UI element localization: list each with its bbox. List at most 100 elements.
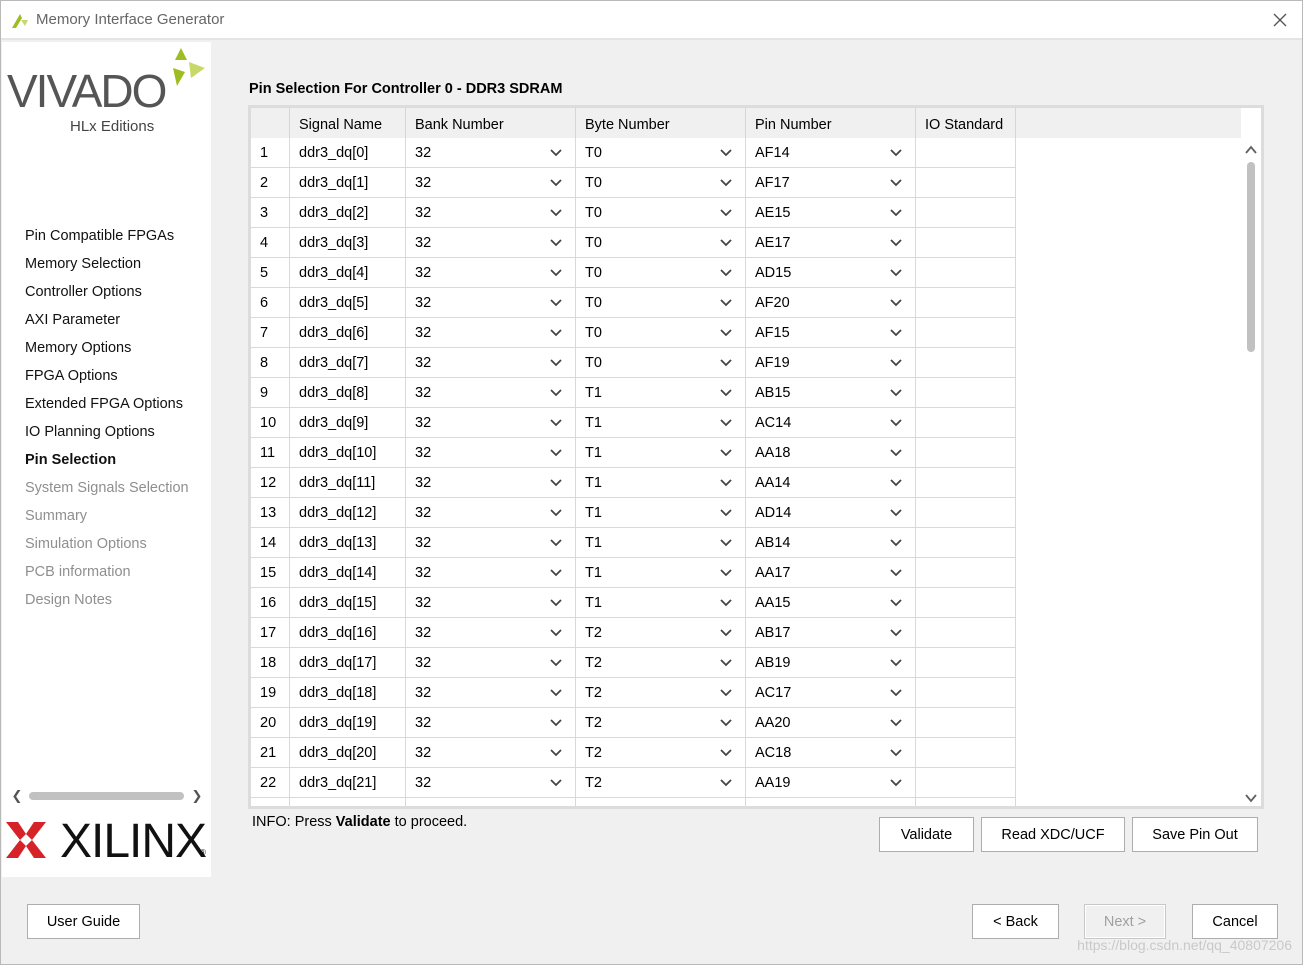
chevron-down-icon[interactable] <box>889 528 903 558</box>
bank-number-dropdown[interactable]: 32 <box>406 288 576 318</box>
chevron-down-icon[interactable] <box>719 168 733 198</box>
scroll-down-icon[interactable] <box>1243 790 1259 806</box>
chevron-down-icon[interactable] <box>719 408 733 438</box>
chevron-down-icon[interactable] <box>719 648 733 678</box>
chevron-down-icon[interactable] <box>889 318 903 348</box>
chevron-down-icon[interactable] <box>719 318 733 348</box>
chevron-down-icon[interactable] <box>719 528 733 558</box>
chevron-down-icon[interactable] <box>549 708 563 738</box>
chevron-down-icon[interactable] <box>889 408 903 438</box>
chevron-down-icon[interactable] <box>549 408 563 438</box>
pin-number-dropdown[interactable]: AA20 <box>746 708 916 738</box>
bank-number-dropdown[interactable]: 32 <box>406 378 576 408</box>
chevron-down-icon[interactable] <box>889 708 903 738</box>
byte-number-dropdown[interactable]: T2 <box>576 648 746 678</box>
next-button[interactable]: Next > <box>1084 904 1166 939</box>
chevron-down-icon[interactable] <box>549 768 563 798</box>
bank-number-dropdown[interactable]: 32 <box>406 708 576 738</box>
chevron-down-icon[interactable] <box>719 138 733 168</box>
bank-number-dropdown[interactable]: 32 <box>406 198 576 228</box>
pin-number-dropdown[interactable]: AF15 <box>746 318 916 348</box>
bank-number-dropdown[interactable]: 32 <box>406 618 576 648</box>
chevron-down-icon[interactable] <box>549 558 563 588</box>
bank-number-dropdown[interactable]: 32 <box>406 348 576 378</box>
bank-number-dropdown[interactable] <box>406 798 576 806</box>
pin-number-dropdown[interactable]: AD14 <box>746 498 916 528</box>
byte-number-dropdown[interactable]: T1 <box>576 438 746 468</box>
bank-number-dropdown[interactable]: 32 <box>406 498 576 528</box>
byte-number-dropdown[interactable]: T0 <box>576 258 746 288</box>
chevron-down-icon[interactable] <box>549 738 563 768</box>
sidebar-item-controller-options[interactable]: Controller Options <box>25 278 189 306</box>
chevron-down-icon[interactable] <box>549 378 563 408</box>
bank-number-dropdown[interactable]: 32 <box>406 588 576 618</box>
chevron-down-icon[interactable] <box>549 498 563 528</box>
bank-number-dropdown[interactable]: 32 <box>406 318 576 348</box>
scrollbar-thumb[interactable] <box>1247 162 1255 352</box>
back-button[interactable]: < Back <box>972 904 1059 939</box>
user-guide-button[interactable]: User Guide <box>27 904 140 939</box>
byte-number-dropdown[interactable]: T2 <box>576 618 746 648</box>
byte-number-dropdown[interactable]: T2 <box>576 708 746 738</box>
byte-number-dropdown[interactable]: T1 <box>576 468 746 498</box>
save-pin-out-button[interactable]: Save Pin Out <box>1132 817 1258 852</box>
chevron-down-icon[interactable] <box>719 288 733 318</box>
byte-number-dropdown[interactable]: T0 <box>576 168 746 198</box>
pin-number-dropdown[interactable]: AB19 <box>746 648 916 678</box>
chevron-down-icon[interactable] <box>889 288 903 318</box>
chevron-down-icon[interactable] <box>549 318 563 348</box>
chevron-down-icon[interactable] <box>889 678 903 708</box>
column-header[interactable] <box>251 108 290 138</box>
chevron-down-icon[interactable] <box>719 468 733 498</box>
bank-number-dropdown[interactable]: 32 <box>406 408 576 438</box>
bank-number-dropdown[interactable]: 32 <box>406 648 576 678</box>
chevron-down-icon[interactable] <box>549 198 563 228</box>
pin-number-dropdown[interactable]: AA15 <box>746 588 916 618</box>
byte-number-dropdown[interactable]: T1 <box>576 588 746 618</box>
column-header[interactable]: Signal Name <box>290 108 406 138</box>
bank-number-dropdown[interactable]: 32 <box>406 768 576 798</box>
byte-number-dropdown[interactable]: T1 <box>576 408 746 438</box>
pin-number-dropdown[interactable]: AE17 <box>746 228 916 258</box>
byte-number-dropdown[interactable]: T0 <box>576 228 746 258</box>
chevron-down-icon[interactable] <box>549 288 563 318</box>
byte-number-dropdown[interactable]: T2 <box>576 768 746 798</box>
chevron-down-icon[interactable] <box>549 168 563 198</box>
chevron-down-icon[interactable] <box>889 138 903 168</box>
pin-number-dropdown[interactable] <box>746 798 916 806</box>
close-button[interactable] <box>1258 1 1302 39</box>
validate-button[interactable]: Validate <box>879 817 974 852</box>
chevron-down-icon[interactable] <box>549 348 563 378</box>
chevron-down-icon[interactable] <box>549 138 563 168</box>
pin-number-dropdown[interactable]: AF19 <box>746 348 916 378</box>
column-header[interactable]: Pin Number <box>746 108 916 138</box>
byte-number-dropdown[interactable]: T0 <box>576 138 746 168</box>
chevron-down-icon[interactable] <box>719 348 733 378</box>
chevron-down-icon[interactable] <box>549 528 563 558</box>
chevron-down-icon[interactable] <box>719 198 733 228</box>
chevron-down-icon[interactable] <box>719 378 733 408</box>
chevron-down-icon[interactable] <box>889 378 903 408</box>
column-header[interactable]: Bank Number <box>406 108 576 138</box>
bank-number-dropdown[interactable]: 32 <box>406 168 576 198</box>
chevron-down-icon[interactable] <box>719 678 733 708</box>
chevron-down-icon[interactable] <box>889 738 903 768</box>
table-vertical-scrollbar[interactable] <box>1241 138 1261 806</box>
byte-number-dropdown[interactable]: T0 <box>576 348 746 378</box>
sidebar-horizontal-scrollbar[interactable]: ❮ ❯ <box>7 787 207 805</box>
column-header[interactable]: IO Standard <box>916 108 1016 138</box>
pin-number-dropdown[interactable]: AB15 <box>746 378 916 408</box>
bank-number-dropdown[interactable]: 32 <box>406 528 576 558</box>
bank-number-dropdown[interactable]: 32 <box>406 468 576 498</box>
byte-number-dropdown[interactable]: T1 <box>576 498 746 528</box>
chevron-down-icon[interactable] <box>719 498 733 528</box>
chevron-down-icon[interactable] <box>889 558 903 588</box>
scroll-left-icon[interactable]: ❮ <box>9 787 25 805</box>
sidebar-item-memory-selection[interactable]: Memory Selection <box>25 250 189 278</box>
pin-number-dropdown[interactable]: AA18 <box>746 438 916 468</box>
chevron-down-icon[interactable] <box>889 228 903 258</box>
pin-number-dropdown[interactable]: AF14 <box>746 138 916 168</box>
column-header[interactable]: Byte Number <box>576 108 746 138</box>
bank-number-dropdown[interactable]: 32 <box>406 678 576 708</box>
sidebar-item-pin-compatible-fpgas[interactable]: Pin Compatible FPGAs <box>25 222 189 250</box>
